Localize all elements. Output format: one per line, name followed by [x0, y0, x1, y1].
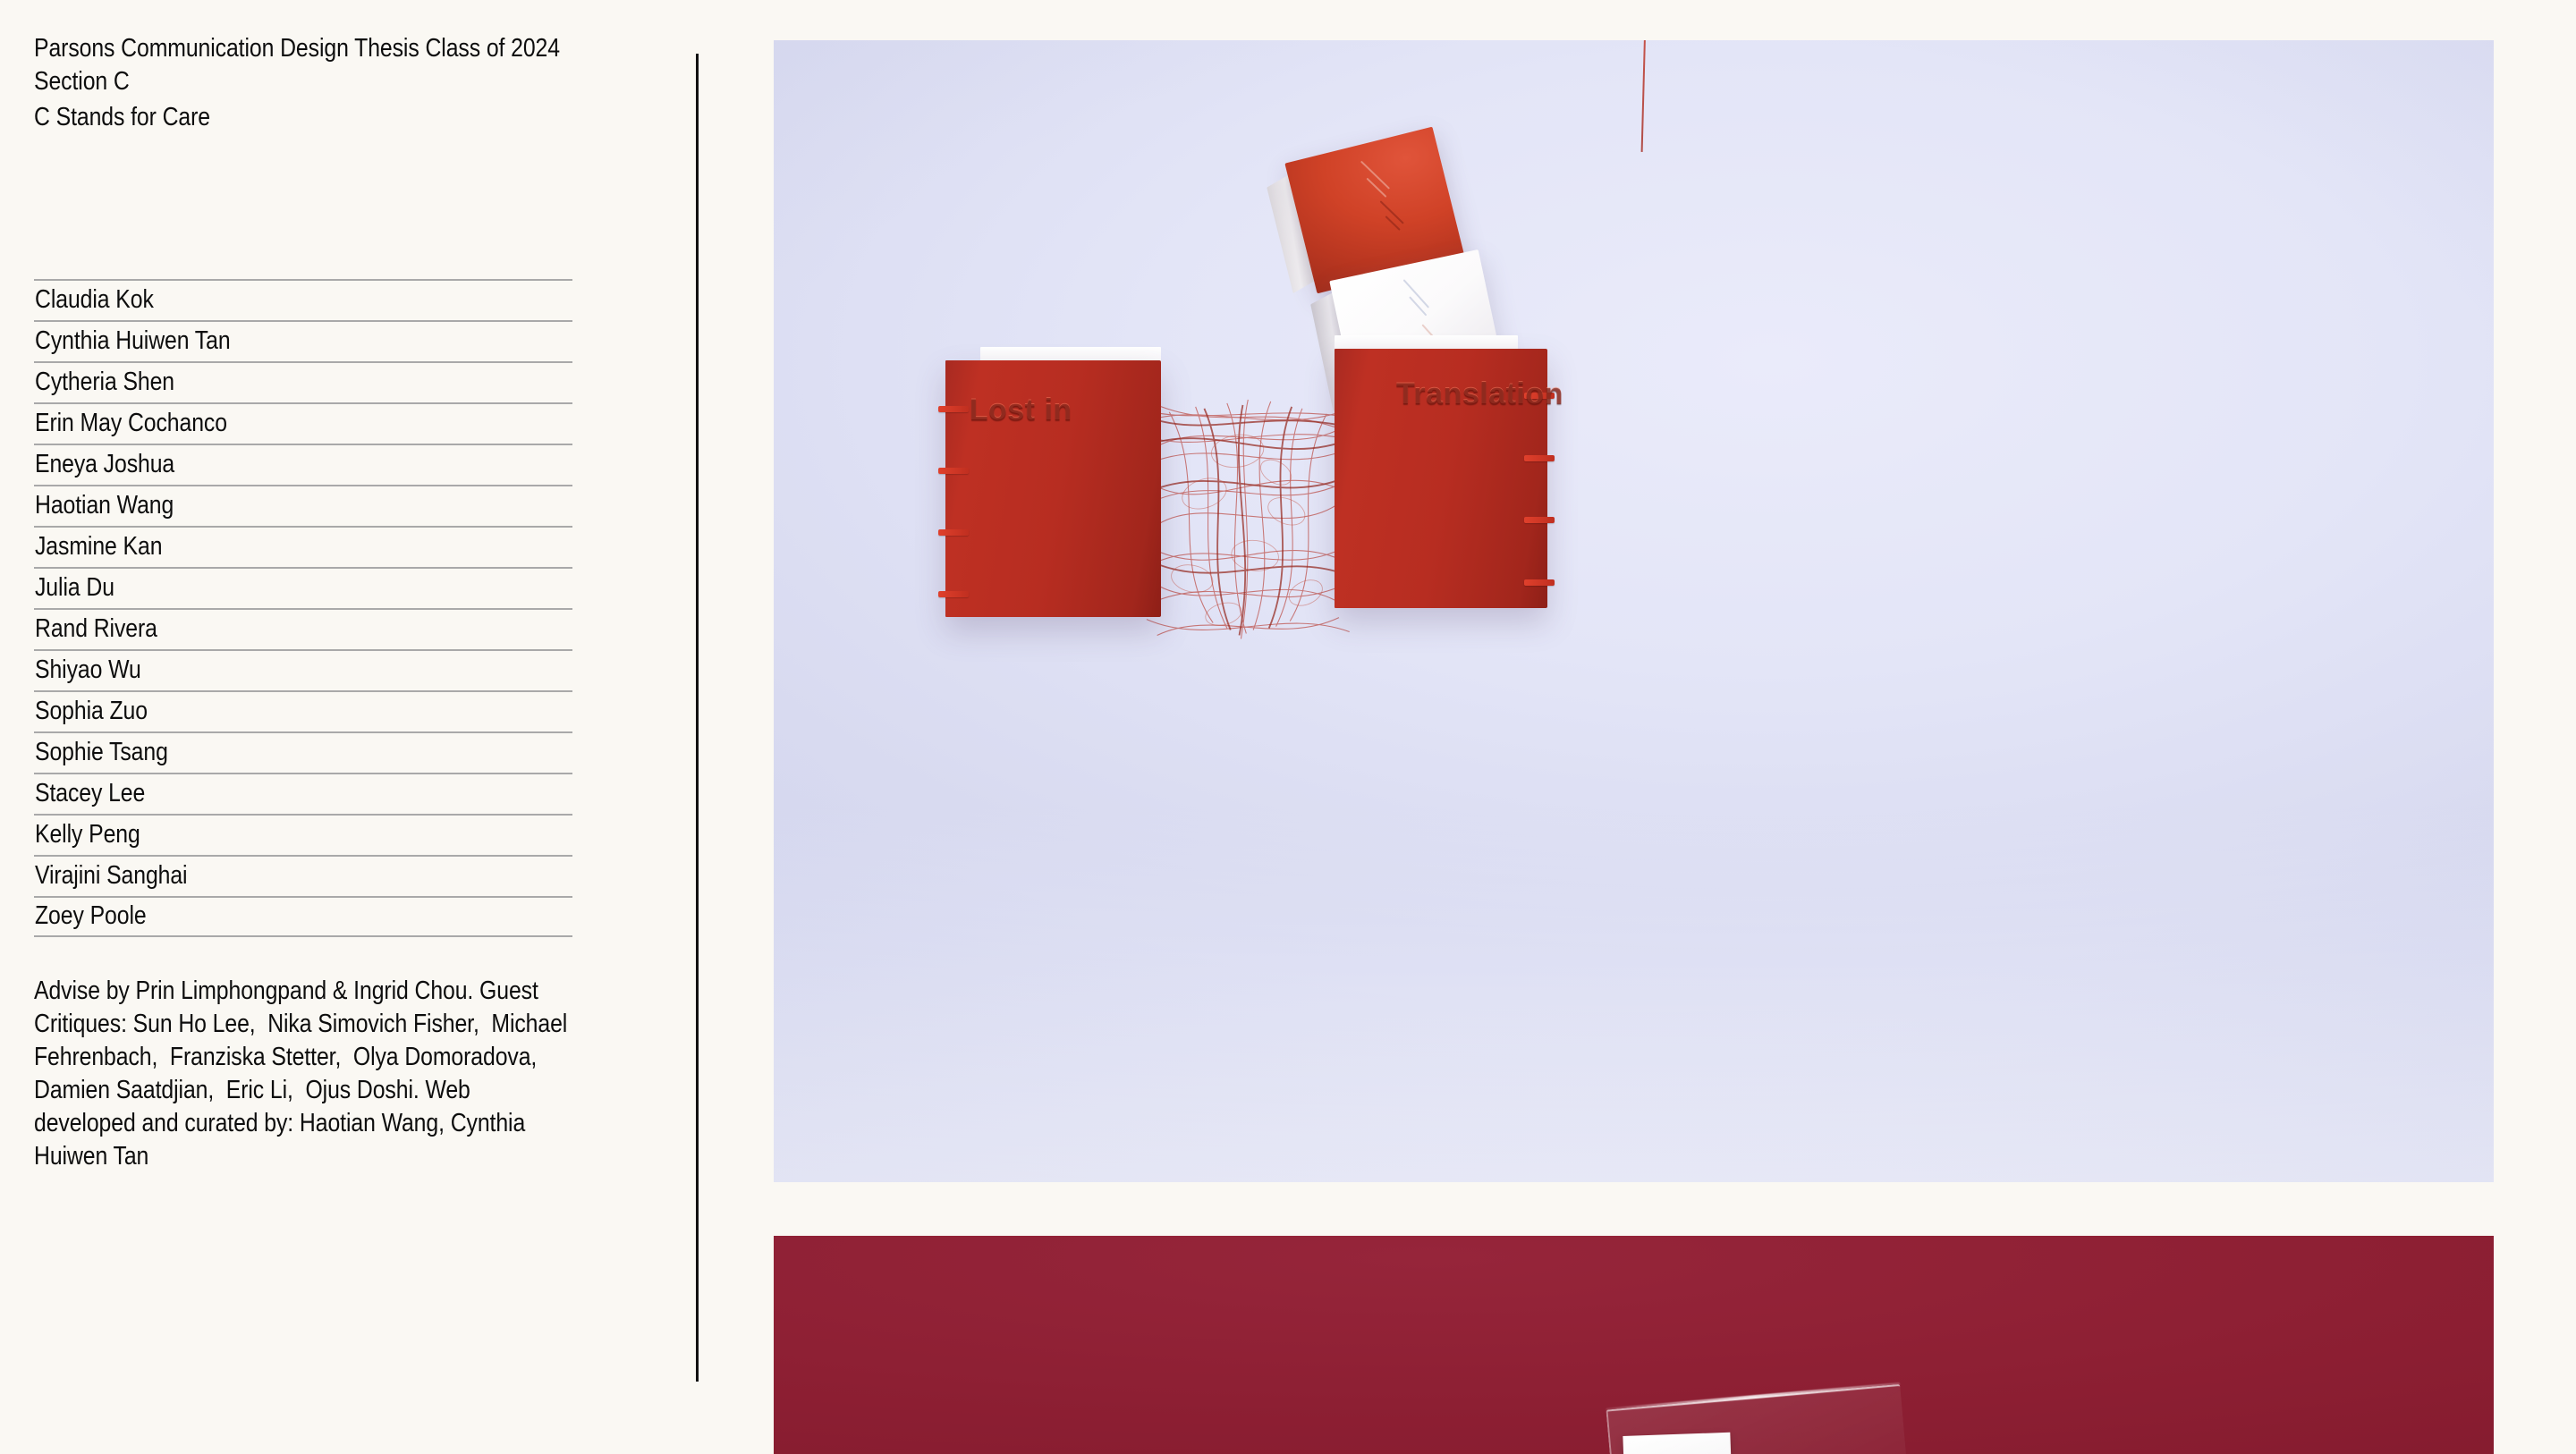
- roster-row[interactable]: Claudia Kok: [34, 279, 572, 320]
- photo-crimson-acrylic[interactable]: [774, 1236, 2494, 1454]
- roster-row[interactable]: Rand Rivera: [34, 608, 572, 649]
- tagline: C Stands for Care: [34, 101, 714, 134]
- roster-name: Stacey Lee: [35, 779, 146, 807]
- roster-row[interactable]: Virajini Sanghai: [34, 855, 572, 896]
- roster-name: Zoey Poole: [35, 901, 147, 930]
- roster-name: Julia Du: [35, 573, 114, 602]
- masthead: Parsons Communication Design Thesis Clas…: [34, 32, 714, 98]
- roster-name: Sophia Zuo: [35, 697, 148, 725]
- roster-row[interactable]: Julia Du: [34, 567, 572, 608]
- roster-name: Claudia Kok: [35, 285, 154, 314]
- masthead-line-2: Section C: [34, 67, 130, 96]
- roster-row[interactable]: Zoey Poole: [34, 896, 572, 937]
- roster-row[interactable]: Cynthia Huiwen Tan: [34, 320, 572, 361]
- roster-name: Virajini Sanghai: [35, 861, 188, 890]
- photo-lost-in-translation[interactable]: Lost in Translation: [774, 40, 2494, 1182]
- column-divider: [696, 54, 699, 1382]
- roster-row[interactable]: Sophie Tsang: [34, 731, 572, 773]
- roster-row[interactable]: Jasmine Kan: [34, 526, 572, 567]
- studio-vignette: [774, 40, 2494, 1182]
- roster-row[interactable]: Cytheria Shen: [34, 361, 572, 402]
- roster-name: Sophie Tsang: [35, 738, 168, 766]
- masthead-line-1: Parsons Communication Design Thesis Clas…: [34, 34, 560, 63]
- roster-name: Kelly Peng: [35, 820, 140, 849]
- roster-row[interactable]: Erin May Cochanco: [34, 402, 572, 444]
- roster-name: Cynthia Huiwen Tan: [35, 326, 231, 355]
- roster-row[interactable]: Sophia Zuo: [34, 690, 572, 731]
- roster-name: Erin May Cochanco: [35, 409, 227, 437]
- roster-row[interactable]: Haotian Wang: [34, 485, 572, 526]
- credits-paragraph: Advise by Prin Limphongpand & Ingrid Cho…: [34, 976, 574, 1171]
- roster-row[interactable]: Stacey Lee: [34, 773, 572, 814]
- roster-row[interactable]: Shiyao Wu: [34, 649, 572, 690]
- thesis-landing-page: Parsons Communication Design Thesis Clas…: [0, 0, 2576, 1454]
- left-info-column: Parsons Communication Design Thesis Clas…: [34, 0, 606, 1454]
- roster-name: Rand Rivera: [35, 614, 157, 643]
- roster-row[interactable]: Kelly Peng: [34, 814, 572, 855]
- credits-block: Advise by Prin Limphongpand & Ingrid Cho…: [34, 975, 665, 1173]
- student-roster-list: Claudia Kok Cynthia Huiwen Tan Cytheria Sh…: [34, 279, 572, 937]
- photo-column: Lost in Translation: [774, 0, 2494, 1454]
- roster-name: Cytheria Shen: [35, 368, 175, 396]
- roster-name: Jasmine Kan: [35, 532, 163, 561]
- tagline-text: C Stands for Care: [34, 103, 210, 131]
- roster-name: Shiyao Wu: [35, 655, 141, 684]
- roster-row[interactable]: Eneya Joshua: [34, 444, 572, 485]
- roster-name: Haotian Wang: [35, 491, 174, 520]
- roster-name: Eneya Joshua: [35, 450, 175, 478]
